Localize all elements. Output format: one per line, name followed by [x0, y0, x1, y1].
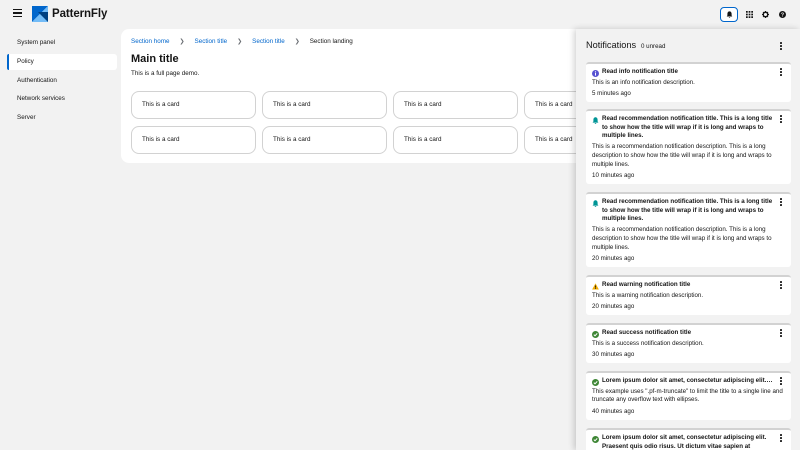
breadcrumb-link[interactable]: Section title	[252, 38, 285, 45]
notification-description: This is an info notification description…	[592, 78, 695, 86]
notification-title: Lorem ipsum dolor sit amet, consectetur …	[602, 434, 767, 450]
notification-timestamp: 40 minutes ago	[592, 408, 635, 416]
menu-icon[interactable]	[13, 9, 22, 17]
breadcrumb: Section home ❯ Section title ❯ Section t…	[131, 38, 353, 45]
notification-item[interactable]: Read recommendation notification title. …	[586, 109, 791, 185]
gear-icon	[761, 11, 769, 18]
sidebar-item-policy[interactable]: Policy	[7, 54, 117, 70]
notification-kebab-icon[interactable]	[777, 434, 785, 442]
notification-description: This is a recommendation notification de…	[592, 143, 772, 168]
notification-kebab-icon[interactable]	[777, 115, 785, 123]
notification-item[interactable]: Read recommendation notification title. …	[586, 192, 791, 268]
card[interactable]: This is a card	[131, 126, 256, 154]
card[interactable]: This is a card	[262, 91, 387, 119]
notification-title: Read recommendation notification title. …	[602, 115, 773, 140]
page-description: This is a full page demo.	[131, 70, 200, 77]
sidebar-nav: System panel Policy Authentication Netwo…	[0, 29, 121, 450]
chevron-right-icon: ❯	[237, 39, 243, 45]
bell-icon	[726, 11, 732, 18]
breadcrumb-current: Section landing	[309, 38, 353, 45]
notification-description: This is a recommendation notification de…	[592, 226, 772, 251]
settings-button[interactable]	[756, 7, 774, 22]
card[interactable]: This is a card	[524, 126, 581, 154]
notification-description: This is a success notification descripti…	[592, 339, 704, 347]
help-button[interactable]: ?	[773, 7, 791, 22]
sidebar-item-system-panel[interactable]: System panel	[7, 35, 117, 51]
masthead: PatternFly ?	[0, 0, 800, 29]
card[interactable]: This is a card	[131, 91, 256, 119]
notification-item[interactable]: Lorem ipsum dolor sit amet, consectetur …	[586, 371, 791, 421]
sidebar-item-network-services[interactable]: Network services	[7, 91, 117, 107]
card[interactable]: This is a card	[262, 126, 387, 154]
notification-timestamp: 20 minutes ago	[592, 255, 635, 263]
notification-kebab-icon[interactable]	[777, 281, 785, 289]
check-circle-icon	[592, 435, 599, 443]
check-circle-icon	[592, 330, 599, 338]
drawer-actions-kebab-icon[interactable]	[776, 40, 786, 52]
unread-count: 0 unread	[641, 43, 666, 50]
bell-icon	[592, 199, 599, 207]
notification-title: Read warning notification title	[602, 281, 691, 288]
patternfly-logo-icon	[32, 6, 48, 22]
sidebar-item-server[interactable]: Server	[7, 110, 117, 126]
notification-title: Read info notification title	[602, 68, 678, 75]
breadcrumb-link[interactable]: Section title	[195, 38, 228, 45]
grid-icon	[745, 11, 753, 18]
card[interactable]: This is a card	[393, 126, 518, 154]
card[interactable]: This is a card	[524, 91, 581, 119]
notification-timestamp: 20 minutes ago	[592, 303, 635, 311]
check-circle-icon	[592, 378, 599, 386]
notification-title: Lorem ipsum dolor sit amet, consectetur …	[602, 377, 774, 384]
card[interactable]: This is a card	[393, 91, 518, 119]
notification-item[interactable]: Read success notification title This is …	[586, 323, 791, 364]
notification-description: This example uses ".pf-m-truncate" to li…	[592, 387, 783, 404]
notifications-button[interactable]	[720, 7, 738, 22]
main-content: Section home ❯ Section title ❯ Section t…	[121, 29, 581, 163]
warning-triangle-icon	[592, 282, 599, 290]
brand-name: PatternFly	[52, 8, 108, 20]
info-circle-icon	[592, 69, 599, 77]
bell-icon	[592, 116, 599, 124]
notification-timestamp: 30 minutes ago	[592, 351, 635, 359]
notification-title: Read recommendation notification title. …	[602, 198, 773, 223]
notification-drawer: Notifications 0 unread Read info notific…	[576, 29, 800, 450]
help-icon: ?	[778, 11, 786, 18]
notification-timestamp: 5 minutes ago	[592, 90, 631, 98]
chevron-right-icon: ❯	[179, 39, 185, 45]
page-title: Main title	[131, 53, 179, 65]
notification-timestamp: 10 minutes ago	[592, 172, 635, 180]
chevron-right-icon: ❯	[294, 39, 300, 45]
breadcrumb-link[interactable]: Section home	[131, 38, 170, 45]
notification-kebab-icon[interactable]	[777, 198, 785, 206]
notification-title: Read success notification title	[602, 329, 692, 336]
notification-item[interactable]: Read info notification title This is an …	[586, 62, 791, 103]
drawer-title: Notifications	[586, 40, 637, 50]
notification-kebab-icon[interactable]	[777, 377, 785, 385]
notification-item[interactable]: Lorem ipsum dolor sit amet, consectetur …	[586, 428, 791, 450]
notification-description: This is a warning notification descripti…	[592, 291, 704, 299]
sidebar-item-authentication[interactable]: Authentication	[7, 73, 117, 89]
svg-text:?: ?	[780, 12, 783, 18]
notification-kebab-icon[interactable]	[777, 329, 785, 337]
notification-item[interactable]: Read warning notification title This is …	[586, 275, 791, 316]
brand-logo[interactable]: PatternFly	[32, 6, 107, 22]
notification-kebab-icon[interactable]	[777, 68, 785, 76]
